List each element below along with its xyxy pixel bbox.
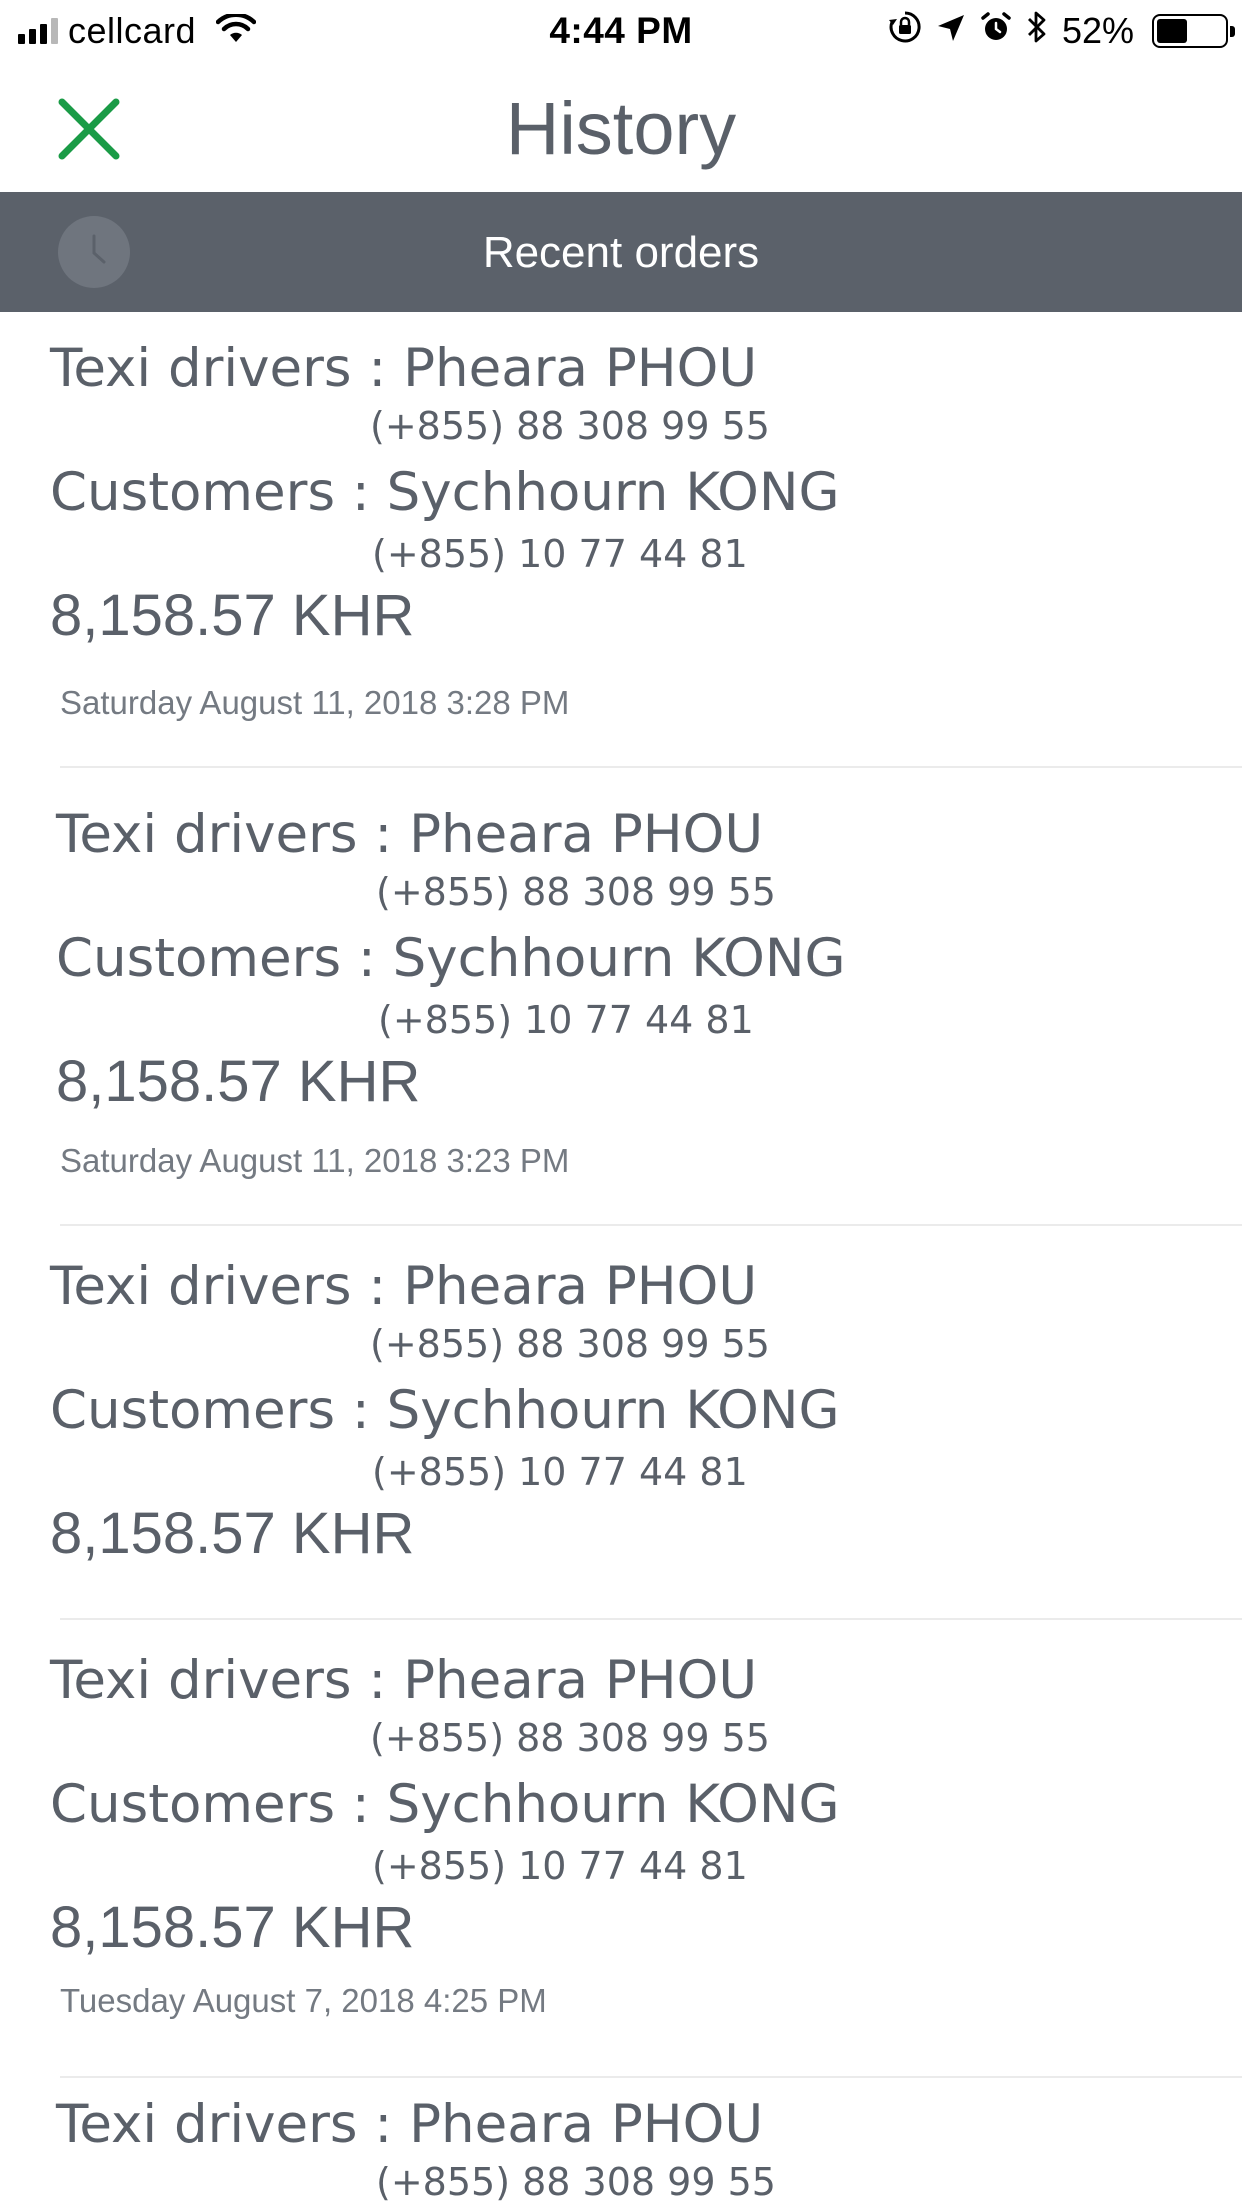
customer-phone: (+855) 10 77 44 81 [378,998,754,1042]
driver-label: Texi drivers : Pheara PHOU [50,338,758,399]
order-item[interactable]: Texi drivers : Pheara PHOU (+855) 88 308… [0,768,1242,1226]
driver-phone: (+855) 88 308 99 55 [370,1716,770,1760]
orientation-lock-icon [888,10,922,53]
bluetooth-icon [1026,10,1048,53]
nav-header: History [0,62,1242,192]
alarm-icon [980,10,1012,52]
driver-label: Texi drivers : Pheara PHOU [56,804,764,865]
driver-phone: (+855) 88 308 99 55 [376,2160,776,2204]
order-date: Saturday August 11, 2018 3:28 PM [60,684,570,721]
battery-icon [1152,14,1235,48]
location-icon [936,10,966,52]
status-bar: cellcard 4:44 PM 52% [0,0,1242,62]
driver-phone: (+855) 88 308 99 55 [370,404,770,448]
order-date: Tuesday August 7, 2018 4:25 PM [60,1982,547,2019]
customer-label: Customers : Sychhourn KONG [50,1774,840,1835]
order-amount: 8,158.57 KHR [50,1895,415,1960]
customer-label: Customers : Sychhourn KONG [50,1380,840,1441]
customer-phone: (+855) 10 77 44 81 [372,1450,748,1494]
order-item[interactable]: Texi drivers : Pheara PHOU (+855) 88 308… [0,312,1242,768]
customer-label: Customers : Sychhourn KONG [50,462,840,523]
order-item[interactable]: Texi drivers : Pheara PHOU (+855) 88 308… [0,1226,1242,1620]
driver-label: Texi drivers : Pheara PHOU [56,2094,764,2155]
driver-phone: (+855) 88 308 99 55 [370,1322,770,1366]
customer-phone: (+855) 10 77 44 81 [372,1844,748,1888]
order-item[interactable]: Texi drivers : Pheara PHOU (+855) 88 308… [0,1620,1242,2078]
order-amount: 8,158.57 KHR [50,583,415,648]
status-right: 52% [888,8,1235,54]
driver-phone: (+855) 88 308 99 55 [376,870,776,914]
section-header: Recent orders [0,192,1242,312]
section-title: Recent orders [482,228,760,277]
customer-label: Customers : Sychhourn KONG [56,928,846,989]
page-title: History [505,87,737,170]
order-amount: 8,158.57 KHR [56,1049,421,1114]
driver-label: Texi drivers : Pheara PHOU [50,1256,758,1317]
order-date: Saturday August 11, 2018 3:23 PM [60,1142,570,1179]
driver-label: Texi drivers : Pheara PHOU [50,1650,758,1711]
order-amount: 8,158.57 KHR [50,1501,415,1566]
battery-percent: 52% [1061,10,1134,51]
order-item[interactable]: Texi drivers : Pheara PHOU (+855) 88 308… [0,2078,1242,2208]
customer-phone: (+855) 10 77 44 81 [372,532,748,576]
